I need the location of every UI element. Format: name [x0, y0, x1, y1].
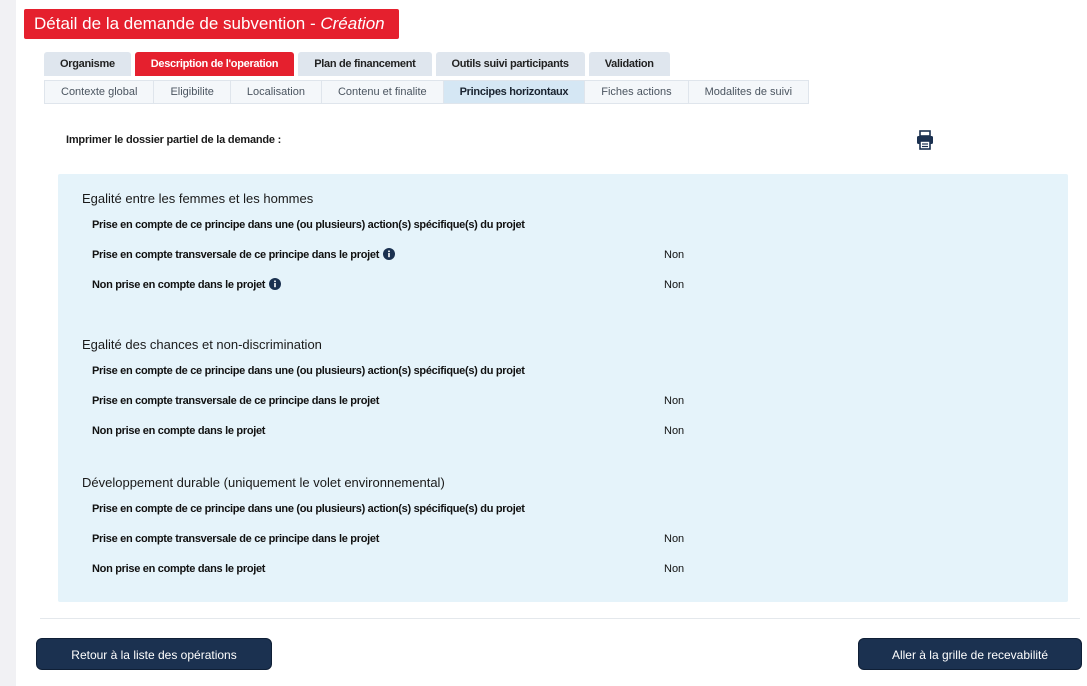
- criterion-value: Non: [664, 563, 685, 575]
- print-icon[interactable]: [916, 130, 934, 150]
- subtab-modalites-suivi[interactable]: Modalites de suivi: [688, 80, 810, 104]
- criterion-row: Non prise en compte dans le projet Non: [82, 270, 1022, 300]
- criterion-value: Non: [664, 395, 685, 407]
- subtab-contenu-finalite[interactable]: Contenu et finalite: [321, 80, 444, 104]
- criterion-label: Prise en compte de ce principe dans une …: [92, 503, 525, 515]
- page-title-text: Détail de la demande de subvention -: [34, 14, 321, 33]
- secondary-tabs: Contexte global Eligibilite Localisation…: [44, 80, 810, 104]
- criterion-row: Prise en compte transversale de ce princ…: [82, 524, 1022, 554]
- criterion-row: Non prise en compte dans le projet Non: [82, 416, 1022, 446]
- subtab-fiches-actions[interactable]: Fiches actions: [585, 80, 689, 104]
- criterion-label: Non prise en compte dans le projet: [92, 563, 266, 575]
- tab-plan-financement[interactable]: Plan de financement: [298, 52, 432, 76]
- page-title-mode: Création: [320, 14, 385, 33]
- subtab-principes-horizontaux[interactable]: Principes horizontaux: [443, 80, 586, 104]
- section-egalite-chances: Egalité des chances et non-discriminatio…: [82, 336, 1022, 446]
- criterion-label: Prise en compte transversale de ce princ…: [92, 249, 380, 261]
- info-icon[interactable]: [383, 248, 396, 261]
- criterion-row: Prise en compte transversale de ce princ…: [82, 240, 1022, 270]
- print-row: Imprimer le dossier partiel de la demand…: [66, 130, 946, 150]
- subtab-eligibilite[interactable]: Eligibilite: [154, 80, 231, 104]
- subtab-contexte-global[interactable]: Contexte global: [44, 80, 155, 104]
- left-rail: [0, 0, 16, 686]
- criterion-row: Prise en compte de ce principe dans une …: [82, 210, 1022, 240]
- criterion-label: Prise en compte de ce principe dans une …: [92, 219, 525, 231]
- criterion-label: Prise en compte de ce principe dans une …: [92, 365, 525, 377]
- criterion-label: Non prise en compte dans le projet: [92, 425, 266, 437]
- criterion-row: Non prise en compte dans le projet Non: [82, 554, 1022, 584]
- criterion-label-wrap: Non prise en compte dans le projet: [92, 270, 282, 300]
- section-title: Egalité entre les femmes et les hommes: [82, 191, 314, 206]
- criterion-value: Non: [664, 533, 685, 545]
- print-label: Imprimer le dossier partiel de la demand…: [66, 134, 282, 146]
- tab-organisme[interactable]: Organisme: [44, 52, 131, 76]
- criterion-label: Non prise en compte dans le projet: [92, 279, 266, 291]
- criterion-row: Prise en compte transversale de ce princ…: [82, 386, 1022, 416]
- criterion-value: Non: [664, 249, 685, 261]
- info-icon[interactable]: [269, 278, 282, 291]
- criterion-label: Prise en compte transversale de ce princ…: [92, 533, 380, 545]
- section-egalite-femmes-hommes: Egalité entre les femmes et les hommes P…: [82, 190, 1022, 300]
- section-title: Développement durable (uniquement le vol…: [82, 475, 445, 490]
- page-title: Détail de la demande de subvention - Cré…: [24, 9, 399, 39]
- principes-panel: Egalité entre les femmes et les hommes P…: [58, 174, 1068, 602]
- criterion-value: Non: [664, 425, 685, 437]
- section-title: Egalité des chances et non-discriminatio…: [82, 337, 322, 352]
- criterion-row: Prise en compte de ce principe dans une …: [82, 494, 1022, 524]
- tab-validation[interactable]: Validation: [588, 52, 670, 76]
- criterion-label: Prise en compte transversale de ce princ…: [92, 395, 380, 407]
- criterion-row: Prise en compte de ce principe dans une …: [82, 356, 1022, 386]
- go-to-recevabilite-button[interactable]: Aller à la grille de recevabilité: [858, 638, 1082, 670]
- divider: [40, 618, 1080, 619]
- subtab-localisation[interactable]: Localisation: [230, 80, 322, 104]
- primary-tabs: Organisme Description de l'operation Pla…: [44, 52, 674, 76]
- tab-description-operation[interactable]: Description de l'operation: [134, 52, 295, 76]
- section-developpement-durable: Développement durable (uniquement le vol…: [82, 474, 1022, 584]
- back-to-operations-button[interactable]: Retour à la liste des opérations: [36, 638, 272, 670]
- tab-outils-suivi-participants[interactable]: Outils suivi participants: [435, 52, 585, 76]
- criterion-label-wrap: Prise en compte transversale de ce princ…: [92, 240, 396, 270]
- criterion-value: Non: [664, 279, 685, 291]
